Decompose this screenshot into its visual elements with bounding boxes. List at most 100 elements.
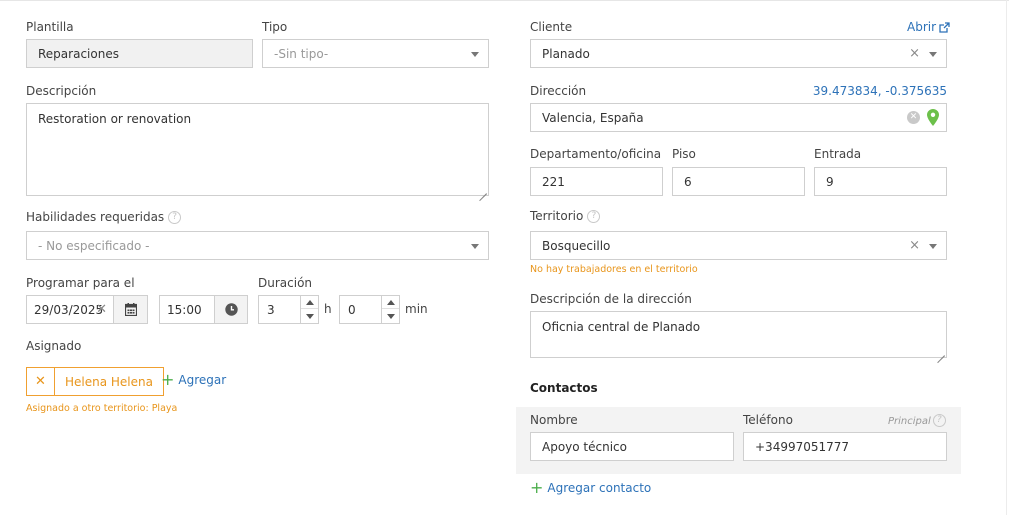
minutes-stepper[interactable] [381, 295, 400, 324]
direccion-input[interactable]: Valencia, España ✕ [530, 103, 947, 132]
principal-label: Principal? [888, 414, 946, 427]
add-worker-button[interactable]: + Agregar [161, 372, 226, 388]
territorio-warning: No hay trabajadores en el territorio [530, 264, 698, 275]
asignado-warning: Asignado a otro territorio: Playa [26, 403, 178, 414]
plus-icon: + [161, 370, 175, 389]
entrada-value: 9 [826, 174, 834, 189]
descripcion-value: Restoration or renovation [38, 112, 192, 126]
remove-worker-icon[interactable]: ✕ [27, 368, 55, 395]
resize-handle[interactable] [937, 348, 945, 356]
clock-button[interactable] [214, 295, 248, 324]
plantilla-field: Reparaciones [26, 39, 253, 68]
clear-territory-icon[interactable]: × [909, 239, 920, 252]
contact-phone-value: +34997051777 [755, 439, 850, 454]
open-client-link[interactable]: Abrir [907, 20, 950, 34]
habilidades-value: - No especificado - [38, 238, 150, 253]
chevron-down-icon [471, 244, 479, 249]
cliente-value: Planado [542, 46, 590, 61]
asignado-label: Asignado [26, 339, 82, 353]
hours-decrement-button[interactable] [301, 310, 318, 323]
help-icon[interactable]: ? [168, 211, 182, 224]
minutes-unit: min [405, 302, 428, 316]
external-link-icon [939, 21, 950, 33]
hours-stepper[interactable] [300, 295, 319, 324]
clear-date-icon[interactable]: ✕ [96, 303, 107, 316]
duracion-label: Duración [258, 276, 313, 290]
habilidades-label-text: Habilidades requeridas [26, 210, 165, 224]
calendar-button[interactable] [113, 295, 148, 324]
habilidades-label: Habilidades requeridas? [26, 210, 182, 224]
date-value: 29/03/2025 [34, 302, 104, 317]
territorio-value: Bosquecillo [542, 238, 611, 253]
hours-unit: h [324, 302, 332, 316]
resize-handle[interactable] [479, 186, 487, 194]
departamento-value: 221 [542, 174, 565, 189]
add-contact-button[interactable]: + Agregar contacto [530, 480, 651, 496]
add-contact-label: Agregar contacto [547, 481, 652, 495]
programar-label: Programar para el [26, 276, 135, 290]
plus-icon: + [530, 478, 544, 497]
contact-name-input[interactable]: Apoyo técnico [530, 432, 734, 461]
tipo-value: -Sin tipo- [274, 46, 329, 61]
cliente-select[interactable]: Planado × [530, 39, 947, 68]
direccion-value: Valencia, España [542, 110, 644, 125]
departamento-input[interactable]: 221 [530, 167, 663, 196]
descripcion-direccion-value: Oficnia central de Planado [542, 320, 701, 334]
habilidades-select[interactable]: - No especificado - [26, 231, 489, 260]
territorio-label-text: Territorio [530, 209, 584, 223]
top-divider [0, 0, 1009, 1]
minutes-input[interactable]: 0 [339, 295, 382, 324]
departamento-label: Departamento/oficina [530, 147, 662, 161]
piso-label: Piso [672, 147, 696, 161]
clear-address-icon[interactable]: ✕ [907, 111, 920, 124]
plantilla-value: Reparaciones [38, 46, 119, 61]
chevron-up-icon [305, 299, 314, 305]
contact-name-value: Apoyo técnico [542, 439, 627, 454]
calendar-icon [124, 303, 137, 316]
hours-value: 3 [267, 302, 275, 317]
assigned-worker-name: Helena Helena [65, 374, 153, 389]
entrada-input[interactable]: 9 [814, 167, 947, 196]
tipo-label: Tipo [262, 20, 288, 34]
territorio-label: Territorio? [530, 209, 601, 223]
piso-input[interactable]: 6 [672, 167, 805, 196]
clear-client-icon[interactable]: × [909, 47, 920, 60]
plantilla-label: Plantilla [26, 20, 74, 34]
assigned-worker-chip: ✕ Helena Helena [26, 367, 164, 396]
chevron-up-icon [386, 299, 395, 305]
add-worker-label: Agregar [178, 373, 227, 387]
map-pin-icon[interactable] [927, 109, 939, 126]
chevron-down-icon [929, 52, 937, 57]
hours-input[interactable]: 3 [258, 295, 301, 324]
entrada-label: Entrada [814, 147, 862, 161]
minutes-decrement-button[interactable] [382, 310, 399, 323]
minutes-increment-button[interactable] [382, 296, 399, 309]
chevron-down-icon [929, 244, 937, 249]
help-icon[interactable]: ? [932, 414, 946, 427]
descripcion-textarea[interactable]: Restoration or renovation [26, 103, 489, 196]
cliente-label: Cliente [530, 20, 573, 34]
time-value: 15:00 [167, 302, 202, 317]
chevron-down-icon [386, 314, 395, 319]
minutes-value: 0 [348, 302, 356, 317]
date-input[interactable]: 29/03/2025 ✕ [26, 295, 114, 324]
piso-value: 6 [684, 174, 692, 189]
descripcion-direccion-label: Descripción de la dirección [530, 292, 692, 306]
clock-icon [224, 303, 238, 316]
contact-name-label: Nombre [530, 413, 578, 427]
chevron-down-icon [305, 314, 314, 319]
coordinates-link[interactable]: 39.473834, -0.375635 [813, 84, 947, 98]
help-icon[interactable]: ? [587, 210, 601, 223]
territorio-select[interactable]: Bosquecillo × [530, 231, 947, 260]
hours-increment-button[interactable] [301, 296, 318, 309]
chevron-down-icon [471, 52, 479, 57]
tipo-select[interactable]: -Sin tipo- [262, 39, 489, 68]
contactos-title: Contactos [530, 381, 598, 395]
contact-phone-label: Teléfono [743, 413, 793, 427]
contact-phone-input[interactable]: +34997051777 [743, 432, 947, 461]
principal-label-text: Principal [888, 416, 931, 427]
time-input[interactable]: 15:00 [159, 295, 215, 324]
direccion-label: Dirección [530, 84, 587, 98]
open-client-label: Abrir [907, 20, 937, 34]
descripcion-direccion-textarea[interactable]: Oficnia central de Planado [530, 311, 947, 358]
